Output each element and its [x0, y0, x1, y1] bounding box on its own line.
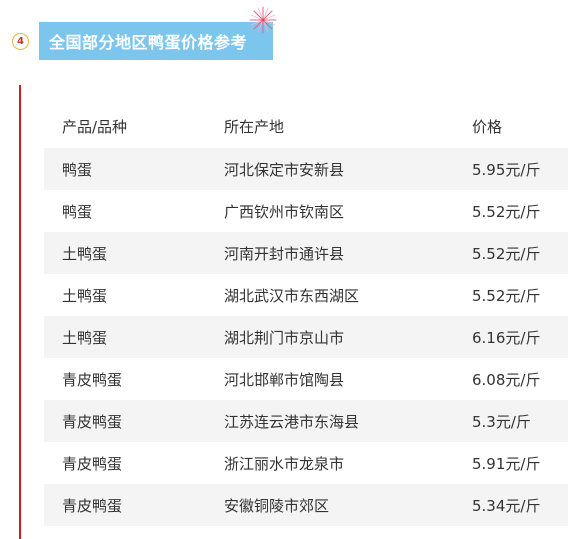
table-row: 青皮鸭蛋 河北邯郸市馆陶县 6.08元/斤 [44, 358, 568, 400]
cell-product: 青皮鸭蛋 [62, 496, 123, 515]
header-price: 价格 [472, 117, 503, 136]
table-row: 土鸭蛋 湖北荆门市京山市 6.16元/斤 [44, 316, 568, 358]
firework-icon [249, 6, 277, 34]
table-row: 青皮鸭蛋 安徽铜陵市郊区 5.34元/斤 [44, 484, 568, 526]
cell-origin: 江苏连云港市东海县 [224, 412, 360, 431]
table-header-row: 产品/品种 所在产地 价格 [44, 104, 568, 148]
cell-origin: 河南开封市通许县 [224, 244, 345, 263]
cell-origin: 安徽铜陵市郊区 [224, 496, 330, 515]
table-row: 鸭蛋 广西钦州市钦南区 5.52元/斤 [44, 190, 568, 232]
cell-product: 鸭蛋 [62, 160, 93, 179]
cell-product: 土鸭蛋 [62, 286, 108, 305]
table-row: 青皮鸭蛋 江苏连云港市东海县 5.3元/斤 [44, 400, 568, 442]
cell-origin: 浙江丽水市龙泉市 [224, 454, 345, 473]
table-row: 土鸭蛋 河南开封市通许县 5.52元/斤 [44, 232, 568, 274]
section-title-box: 全国部分地区鸭蛋价格参考 [39, 22, 273, 60]
cell-origin: 湖北荆门市京山市 [224, 328, 345, 347]
section-number: 4 [17, 36, 24, 47]
table-row: 土鸭蛋 湖北武汉市东西湖区 5.52元/斤 [44, 274, 568, 316]
section-divider-line [19, 85, 21, 539]
cell-origin: 河北邯郸市馆陶县 [224, 370, 345, 389]
table-row: 青皮鸭蛋 浙江丽水市龙泉市 5.91元/斤 [44, 442, 568, 484]
cell-price: 5.52元/斤 [472, 244, 541, 263]
cell-product: 鸭蛋 [62, 202, 93, 221]
cell-product: 青皮鸭蛋 [62, 412, 123, 431]
section-title: 全国部分地区鸭蛋价格参考 [49, 33, 248, 52]
cell-price: 5.52元/斤 [472, 202, 541, 221]
cell-product: 青皮鸭蛋 [62, 370, 123, 389]
cell-price: 5.3元/斤 [472, 412, 531, 431]
section-number-badge: 4 [12, 33, 29, 50]
cell-product: 青皮鸭蛋 [62, 454, 123, 473]
cell-price: 5.95元/斤 [472, 160, 541, 179]
cell-product: 土鸭蛋 [62, 244, 108, 263]
cell-price: 6.16元/斤 [472, 328, 541, 347]
header-product: 产品/品种 [62, 117, 128, 136]
cell-price: 5.91元/斤 [472, 454, 541, 473]
cell-product: 土鸭蛋 [62, 328, 108, 347]
price-table: 产品/品种 所在产地 价格 鸭蛋 河北保定市安新县 5.95元/斤 鸭蛋 广西钦… [44, 104, 568, 526]
cell-price: 6.08元/斤 [472, 370, 541, 389]
cell-price: 5.34元/斤 [472, 496, 541, 515]
header-origin: 所在产地 [224, 117, 285, 136]
table-row: 鸭蛋 河北保定市安新县 5.95元/斤 [44, 148, 568, 190]
cell-origin: 广西钦州市钦南区 [224, 202, 345, 221]
cell-price: 5.52元/斤 [472, 286, 541, 305]
cell-origin: 河北保定市安新县 [224, 160, 345, 179]
cell-origin: 湖北武汉市东西湖区 [224, 286, 360, 305]
